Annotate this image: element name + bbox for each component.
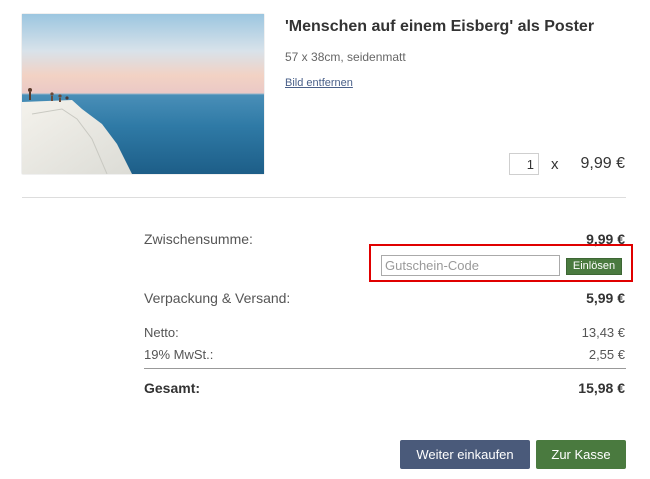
total-value: 15,98 € (578, 380, 625, 396)
quantity-times-symbol: x (551, 156, 559, 173)
subtotal-label: Zwischensumme: (144, 231, 253, 247)
redeem-coupon-button[interactable]: Einlösen (566, 258, 622, 275)
vat-label: 19% MwSt.: (144, 347, 214, 362)
coupon-code-input[interactable] (381, 255, 560, 276)
total-label: Gesamt: (144, 380, 201, 396)
divider (22, 197, 626, 198)
checkout-button[interactable]: Zur Kasse (536, 440, 626, 469)
total-divider (144, 368, 626, 369)
poster-thumbnail-icon (22, 14, 264, 174)
product-image[interactable] (22, 14, 264, 174)
net-value: 13,43 € (581, 325, 625, 340)
product-title: 'Menschen auf einem Eisberg' als Poster (285, 18, 595, 35)
cart-page: 'Menschen auf einem Eisberg' als Poster … (0, 0, 650, 479)
continue-shopping-button[interactable]: Weiter einkaufen (400, 440, 530, 469)
shipping-value: 5,99 € (586, 290, 625, 306)
vat-value: 2,55 € (588, 347, 625, 362)
product-variant: 57 x 38cm, seidenmatt (285, 50, 406, 64)
remove-image-link[interactable]: Bild entfernen (285, 77, 353, 89)
item-price: 9,99 € (580, 155, 625, 172)
quantity-input[interactable] (509, 153, 539, 175)
net-label: Netto: (144, 325, 179, 340)
shipping-label: Verpackung & Versand: (144, 290, 291, 306)
